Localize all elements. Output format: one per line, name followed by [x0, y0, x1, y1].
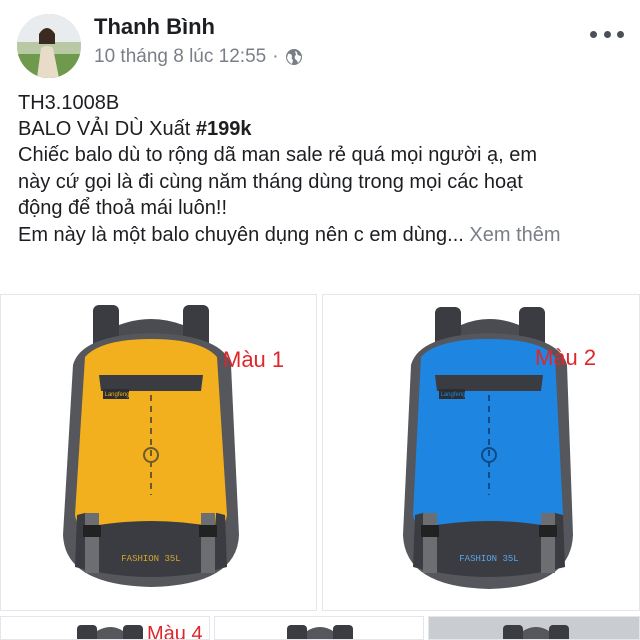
body-line: động để thoả mái luôn!!	[18, 197, 228, 219]
price-hashtag[interactable]: #199k	[196, 118, 252, 140]
post-timestamp[interactable]: 10 tháng 8 lúc 12:55	[94, 46, 266, 68]
backpack-image: FASHION 35L Langfeng	[403, 307, 573, 589]
avatar-photo	[17, 14, 81, 78]
photo-grid: FASHION 35L Langfeng Màu 1 FASHION 35L L…	[0, 294, 640, 640]
author-name[interactable]: Thanh Bình	[94, 14, 215, 40]
backpack-image	[503, 625, 569, 639]
globe-icon	[285, 49, 302, 65]
photo-backpack-color-4[interactable]: Màu 4	[0, 616, 210, 640]
meta-separator: ·	[272, 46, 279, 67]
photo-backpack-color-2[interactable]: FASHION 35L Langfeng Màu 2	[322, 294, 640, 611]
post-meta: 10 tháng 8 lúc 12:55 ·	[94, 46, 303, 68]
body-line-last: Em này là một balo chuyên dụng nên c em …	[18, 222, 630, 249]
more-dot	[603, 30, 611, 38]
bottom-text: FASHION 35L	[121, 554, 180, 564]
product-code: TH3.1008B	[18, 92, 120, 114]
brand-tag: Langfeng	[104, 392, 129, 398]
color-label: Màu 2	[535, 345, 597, 370]
author-avatar[interactable]	[17, 14, 81, 78]
body-line: Em này là một balo chuyên dụng nên c em …	[18, 223, 464, 246]
more-options-button[interactable]	[590, 24, 624, 44]
photo-backpack-5[interactable]	[214, 616, 424, 640]
body-line: này cứ gọi là đi cùng năm tháng dùng tro…	[18, 170, 523, 193]
backpack-image: FASHION 35L Langfeng	[63, 305, 239, 587]
color-label: Màu 1	[223, 347, 285, 372]
photo-backpack-color-1[interactable]: FASHION 35L Langfeng Màu 1	[0, 294, 317, 611]
photo-backpack-6[interactable]	[428, 616, 640, 640]
color-label: Màu 4	[147, 623, 203, 640]
see-more-link[interactable]: Xem thêm	[469, 224, 560, 246]
post-title-text: BALO VẢI DÙ Xuất	[18, 118, 196, 140]
more-dot	[590, 30, 597, 38]
brand-tag: Langfeng	[440, 392, 465, 398]
post-title: BALO VẢI DÙ Xuất #199k	[18, 116, 251, 142]
post-body: Chiếc balo dù to rộng dã man sale rẻ quá…	[18, 142, 630, 248]
body-line: Chiếc balo dù to rộng dã man sale rẻ quá…	[18, 144, 538, 166]
bottom-text: FASHION 35L	[459, 554, 518, 564]
more-dot	[617, 30, 624, 38]
backpack-image	[287, 625, 353, 639]
